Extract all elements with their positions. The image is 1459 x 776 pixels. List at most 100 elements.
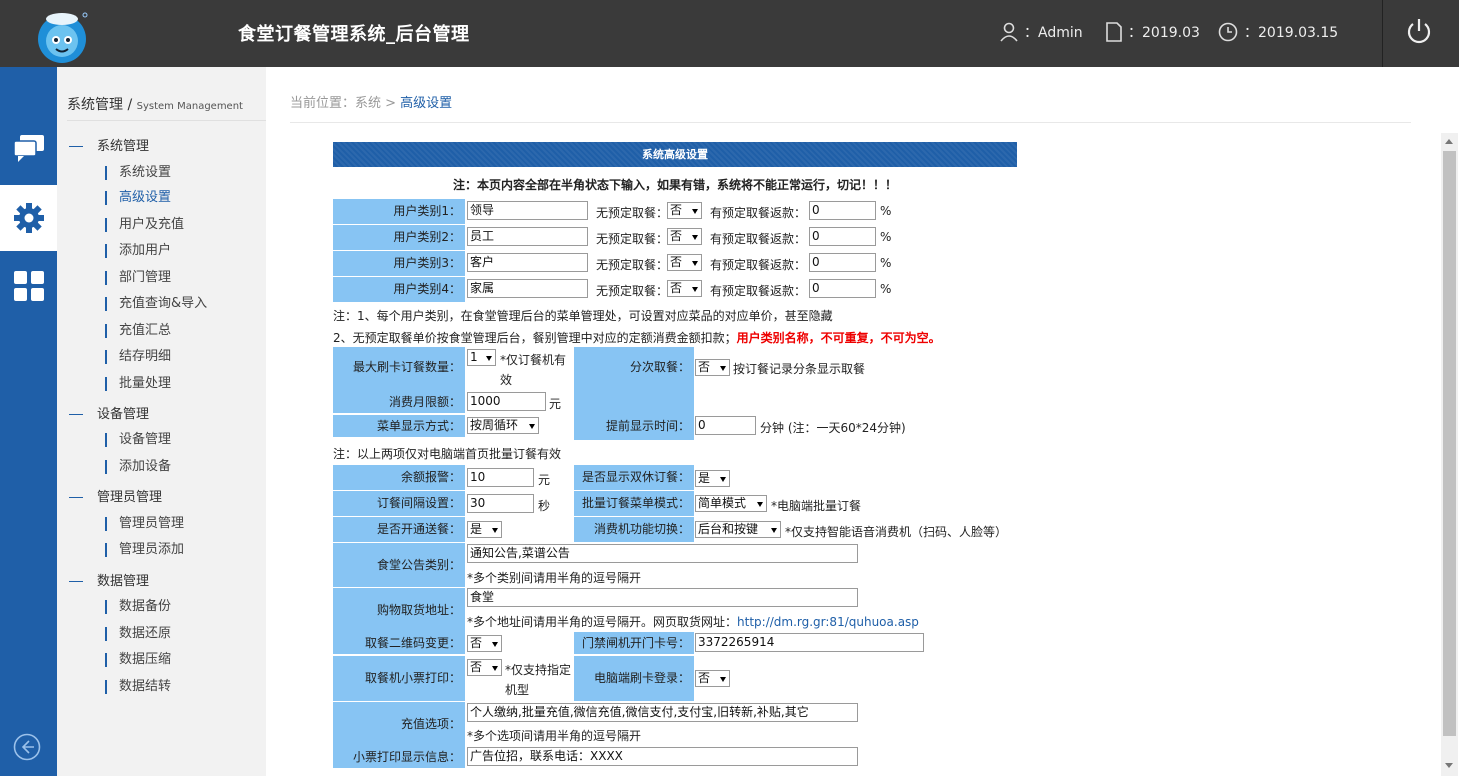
nav-item[interactable]: 结存明细 [105, 345, 171, 364]
field-label: 提前显示时间： [574, 415, 694, 437]
field-note: *仅支持指定机型 [505, 663, 572, 697]
pickup-url-link[interactable]: http://dm.rg.gr:81/quhuoa.asp [737, 615, 919, 629]
door-card-input[interactable]: 3372265914 [695, 633, 924, 652]
nav-group-0[interactable]: 系统管理 [69, 135, 149, 154]
nav-item[interactable]: 充值查询&导入 [105, 292, 207, 311]
field-label: 食堂公告类别： [333, 543, 465, 587]
field-note: 分钟 (注：一天60*24分钟) [760, 421, 906, 435]
interval-input[interactable]: 30 [467, 494, 534, 513]
nav-group-2[interactable]: 管理员管理 [69, 486, 162, 505]
user-type-label: 用户类别3： [333, 251, 465, 276]
max-swipe-select[interactable]: 1 [467, 349, 496, 366]
unit: 元 [549, 397, 562, 411]
balance-alert-input[interactable]: 10 [467, 468, 534, 487]
bar-icon [105, 679, 107, 694]
field-label: 无预定取餐： [596, 232, 669, 246]
pickup-address-input[interactable]: 食堂 [467, 588, 858, 607]
nav-group-1[interactable]: 设备管理 [69, 403, 149, 422]
breadcrumb-current[interactable]: 高级设置 [400, 96, 452, 111]
nav-group-label: 系统管理 [97, 139, 150, 154]
note-text: 注：以上两项仅对电脑端首页批量订餐有效 [333, 447, 562, 461]
nav-item-label: 高级设置 [119, 190, 172, 205]
nav-item-label: 添加设备 [119, 459, 172, 474]
user-type-input[interactable]: 员工 [467, 227, 588, 246]
refund-input[interactable]: 0 [809, 253, 876, 272]
user-type-input[interactable]: 领导 [467, 201, 588, 220]
nav-group-3[interactable]: 数据管理 [69, 570, 149, 589]
bar-icon [105, 376, 107, 391]
back-arrow-icon[interactable] [13, 733, 41, 761]
advance-time-input[interactable]: 0 [695, 416, 756, 435]
nav-item[interactable]: 高级设置 [105, 186, 171, 205]
ticket-print-select[interactable]: 否 [467, 659, 502, 676]
pc-login-select[interactable]: 否 [695, 670, 730, 687]
nav-item-label: 用户及充值 [119, 217, 185, 232]
nav-item[interactable]: 管理员管理 [105, 512, 184, 531]
field-label: 取餐机小票打印： [333, 656, 465, 701]
user-type-input[interactable]: 家属 [467, 279, 588, 298]
nav-item-label: 系统设置 [119, 165, 172, 180]
nav-item[interactable]: 数据结转 [105, 675, 171, 694]
document-icon [1106, 22, 1122, 42]
split-select[interactable]: 否 [695, 359, 730, 376]
menu-mode-select[interactable]: 按周循环 [467, 417, 539, 434]
nav-item-label: 批量处理 [119, 376, 172, 391]
no-order-select[interactable]: 否 [667, 228, 702, 245]
field-label: 购物取货地址： [333, 588, 465, 632]
refund-input[interactable]: 0 [809, 227, 876, 246]
notice-categories-input[interactable]: 通知公告,菜谱公告 [467, 544, 858, 563]
breadcrumb: 当前位置：系统 > 高级设置 [290, 96, 453, 111]
gear-icon[interactable] [0, 185, 57, 251]
qr-change-select[interactable]: 否 [467, 635, 502, 652]
nav-item[interactable]: 充值汇总 [105, 319, 171, 338]
nav-item[interactable]: 添加设备 [105, 455, 171, 474]
nav-item[interactable]: 数据还原 [105, 622, 171, 641]
grid-icon[interactable] [0, 253, 57, 319]
nav-item[interactable]: 数据备份 [105, 595, 171, 614]
scrollbar[interactable] [1441, 133, 1458, 776]
bar-icon [105, 626, 107, 641]
nav-item[interactable]: 批量处理 [105, 372, 171, 391]
refund-input[interactable]: 0 [809, 279, 876, 298]
field-note: *仅支持智能语音消费机（扫码、人脸等） [785, 525, 1008, 539]
nav-group-label: 数据管理 [97, 574, 150, 589]
nav-item-label: 设备管理 [119, 432, 172, 447]
nav-item[interactable]: 管理员添加 [105, 538, 184, 557]
refund-input[interactable]: 0 [809, 201, 876, 220]
nav-item[interactable]: 设备管理 [105, 428, 171, 447]
nav-item[interactable]: 系统设置 [105, 161, 171, 180]
dash-icon [69, 497, 83, 498]
message-icon[interactable] [0, 115, 57, 181]
user-type-input[interactable]: 客户 [467, 253, 588, 272]
nav-item-label: 管理员管理 [119, 516, 185, 531]
weekend-select[interactable]: 是 [695, 470, 730, 487]
bar-icon [105, 165, 107, 180]
receipt-info-input[interactable]: 广告位招，联系电话：XXXX [467, 747, 858, 766]
no-order-select[interactable]: 否 [667, 280, 702, 297]
unit: % [880, 282, 892, 296]
nav-item[interactable]: 部门管理 [105, 266, 171, 285]
nav-item[interactable]: 数据压缩 [105, 648, 171, 667]
form-warning: 注：本页内容全部在半角状态下输入，如果有错，系统将不能正常运行，切记！！！ [452, 178, 897, 192]
unit: % [880, 230, 892, 244]
delivery-select[interactable]: 是 [467, 521, 502, 538]
batch-mode-select[interactable]: 简单模式 [695, 495, 767, 512]
field-label: 取餐二维码变更： [333, 632, 465, 654]
no-order-select[interactable]: 否 [667, 254, 702, 271]
field-label: 菜单显示方式： [333, 415, 465, 437]
unit: % [880, 256, 892, 270]
user-type-label: 用户类别4： [333, 277, 465, 302]
consumer-mode-select[interactable]: 后台和按键 [695, 521, 781, 538]
user-icon [1000, 22, 1018, 42]
bar-icon [105, 459, 107, 474]
nav-item[interactable]: 用户及充值 [105, 213, 184, 232]
nav-item[interactable]: 添加用户 [105, 239, 171, 258]
field-label: 门禁闸机开门卡号： [574, 632, 694, 654]
power-icon[interactable] [1405, 16, 1433, 46]
recharge-options-input[interactable]: 个人缴纳,批量充值,微信充值,微信支付,支付宝,旧转新,补贴,其它 [467, 703, 858, 722]
no-order-select[interactable]: 否 [667, 202, 702, 219]
monthly-limit-input[interactable]: 1000 [467, 392, 546, 411]
note-text: 2、无预定取餐单价按食堂管理后台，餐别管理中对应的定额消费金额扣款；用户类别名称… [333, 331, 941, 345]
scroll-thumb[interactable] [1443, 151, 1456, 736]
nav-item-label: 数据还原 [119, 626, 172, 641]
